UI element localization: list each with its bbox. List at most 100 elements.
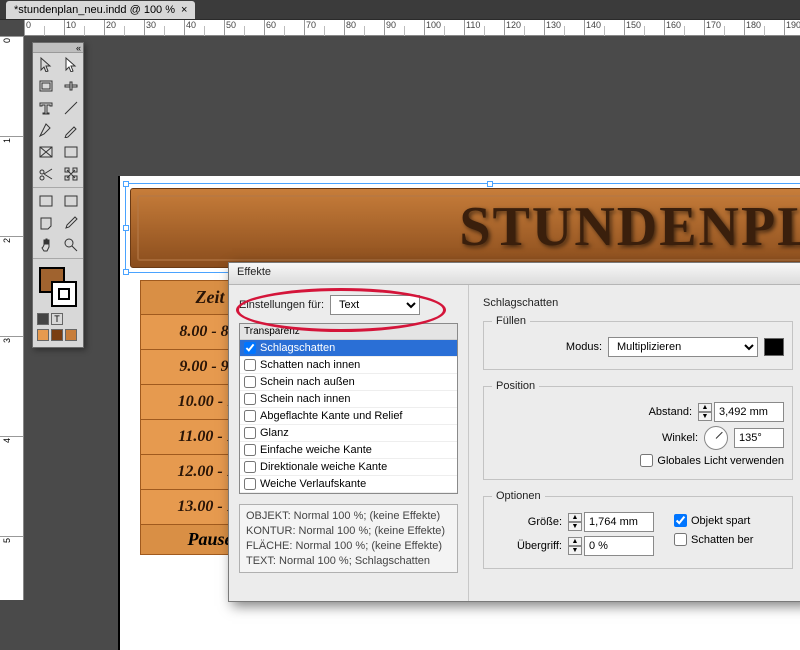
ruler-tick: 70 [304,20,316,35]
rectangle-tool[interactable] [58,141,83,163]
eyedropper-tool[interactable] [58,212,83,234]
apply-color-row [33,327,83,347]
effect-checkbox[interactable] [244,427,256,439]
shadow-color-button[interactable] [764,338,784,356]
tools-panel[interactable]: « T [32,42,84,348]
effects-dialog[interactable]: Effekte Einstellungen für: Text Transpar… [228,262,800,602]
settings-for-label: Einstellungen für: [239,299,324,311]
title-banner-frame[interactable]: STUNDENPLA [130,188,800,268]
line-tool[interactable] [58,97,83,119]
mode-label: Modus: [532,341,602,353]
spin-up-icon[interactable]: ▲ [568,537,582,546]
effect-label: Abgeflachte Kante und Relief [260,410,403,422]
spin-down-icon[interactable]: ▼ [568,546,582,555]
effect-checkbox[interactable] [244,478,256,490]
scissors-tool[interactable] [33,163,58,185]
page-tool[interactable] [33,75,58,97]
free-transform-tool[interactable] [58,163,83,185]
distance-input[interactable] [714,402,784,422]
ruler-tick: 160 [664,20,681,35]
effects-list-item[interactable]: Abgeflachte Kante und Relief [240,408,457,425]
gradient-swatch-tool[interactable] [33,190,58,212]
global-light-checkbox[interactable]: Globales Licht verwenden [640,454,784,467]
size-label: Größe: [492,516,562,528]
effect-label: Schein nach außen [260,376,355,388]
vertical-ruler[interactable]: 012345 [0,36,24,600]
direct-selection-tool[interactable] [58,53,83,75]
spin-up-icon[interactable]: ▲ [698,403,712,412]
summary-line: KONTUR: Normal 100 %; (keine Effekte) [246,524,451,539]
color-chip[interactable] [37,329,49,341]
formatting-container-icon[interactable] [37,313,49,325]
color-chip[interactable] [51,329,63,341]
gap-tool[interactable] [58,75,83,97]
horizontal-ruler[interactable]: 0102030405060708090100110120130140150160… [24,20,800,36]
dialog-title[interactable]: Effekte [229,263,800,285]
ruler-tick: 0 [24,20,31,35]
effect-checkbox[interactable] [244,342,256,354]
formatting-text-icon[interactable]: T [51,313,63,325]
pencil-tool[interactable] [58,119,83,141]
effects-list-item[interactable]: Schein nach außen [240,374,457,391]
object-knocks-out-checkbox[interactable]: Objekt spart [674,514,784,527]
note-tool[interactable] [33,212,58,234]
selection-tool[interactable] [33,53,58,75]
summary-line: TEXT: Normal 100 %; Schlagschatten [246,554,451,569]
shadow-honors-checkbox[interactable]: Schatten ber [674,533,784,546]
effect-checkbox[interactable] [244,410,256,422]
settings-for-select[interactable]: Text [330,295,420,315]
effect-label: Schatten nach innen [260,359,360,371]
size-input[interactable] [584,512,654,532]
distance-label: Abstand: [622,406,692,418]
pen-tool[interactable] [33,119,58,141]
spin-down-icon[interactable]: ▼ [568,522,582,531]
document-tab-bar: *stundenplan_neu.indd @ 100 % × [0,0,800,20]
close-icon[interactable]: × [181,4,187,16]
effects-list-item[interactable]: Direktionale weiche Kante [240,459,457,476]
effects-list[interactable]: Transparenz SchlagschattenSchatten nach … [239,323,458,494]
rectangle-frame-tool[interactable] [33,141,58,163]
effect-checkbox[interactable] [244,393,256,405]
angle-dial[interactable] [704,426,728,450]
stroke-swatch[interactable] [51,281,77,307]
fill-stroke-swatch[interactable] [37,265,79,309]
distance-spinner[interactable]: ▲▼ [698,402,784,422]
size-spinner[interactable]: ▲▼ [568,512,654,532]
spin-down-icon[interactable]: ▼ [698,412,712,421]
type-tool[interactable] [33,97,58,119]
effect-label: Direktionale weiche Kante [260,461,387,473]
hand-tool[interactable] [33,234,58,256]
spin-up-icon[interactable]: ▲ [568,513,582,522]
effect-label: Weiche Verlaufskante [260,478,366,490]
angle-input[interactable] [734,428,784,448]
gradient-feather-tool[interactable] [58,190,83,212]
document-tab[interactable]: *stundenplan_neu.indd @ 100 % × [6,1,195,19]
ruler-tick: 20 [104,20,116,35]
effect-checkbox[interactable] [244,376,256,388]
position-legend: Position [492,380,539,392]
spread-input[interactable] [584,536,654,556]
effects-list-item[interactable]: Einfache weiche Kante [240,442,457,459]
ruler-tick: 30 [144,20,156,35]
zoom-tool[interactable] [58,234,83,256]
ruler-tick: 110 [464,20,480,35]
panel-grip[interactable]: « [33,43,83,53]
dialog-left-pane: Einstellungen für: Text Transparenz Schl… [229,285,469,601]
effect-label: Glanz [260,427,289,439]
effects-list-item[interactable]: Weiche Verlaufskante [240,476,457,493]
effects-list-item[interactable]: Glanz [240,425,457,442]
spread-spinner[interactable]: ▲▼ [568,536,654,556]
position-group: Position Abstand: ▲▼ Winkel: G [483,380,793,480]
ruler-tick: 150 [624,20,641,35]
color-chip[interactable] [65,329,77,341]
effects-list-item[interactable]: Schlagschatten [240,340,457,357]
ruler-tick: 60 [264,20,276,35]
spread-label: Übergriff: [492,540,562,552]
effects-list-item[interactable]: Schatten nach innen [240,357,457,374]
mode-select[interactable]: Multiplizieren [608,337,758,357]
effect-checkbox[interactable] [244,461,256,473]
effect-checkbox[interactable] [244,359,256,371]
ruler-tick: 170 [704,20,721,35]
effect-checkbox[interactable] [244,444,256,456]
effects-list-item[interactable]: Schein nach innen [240,391,457,408]
